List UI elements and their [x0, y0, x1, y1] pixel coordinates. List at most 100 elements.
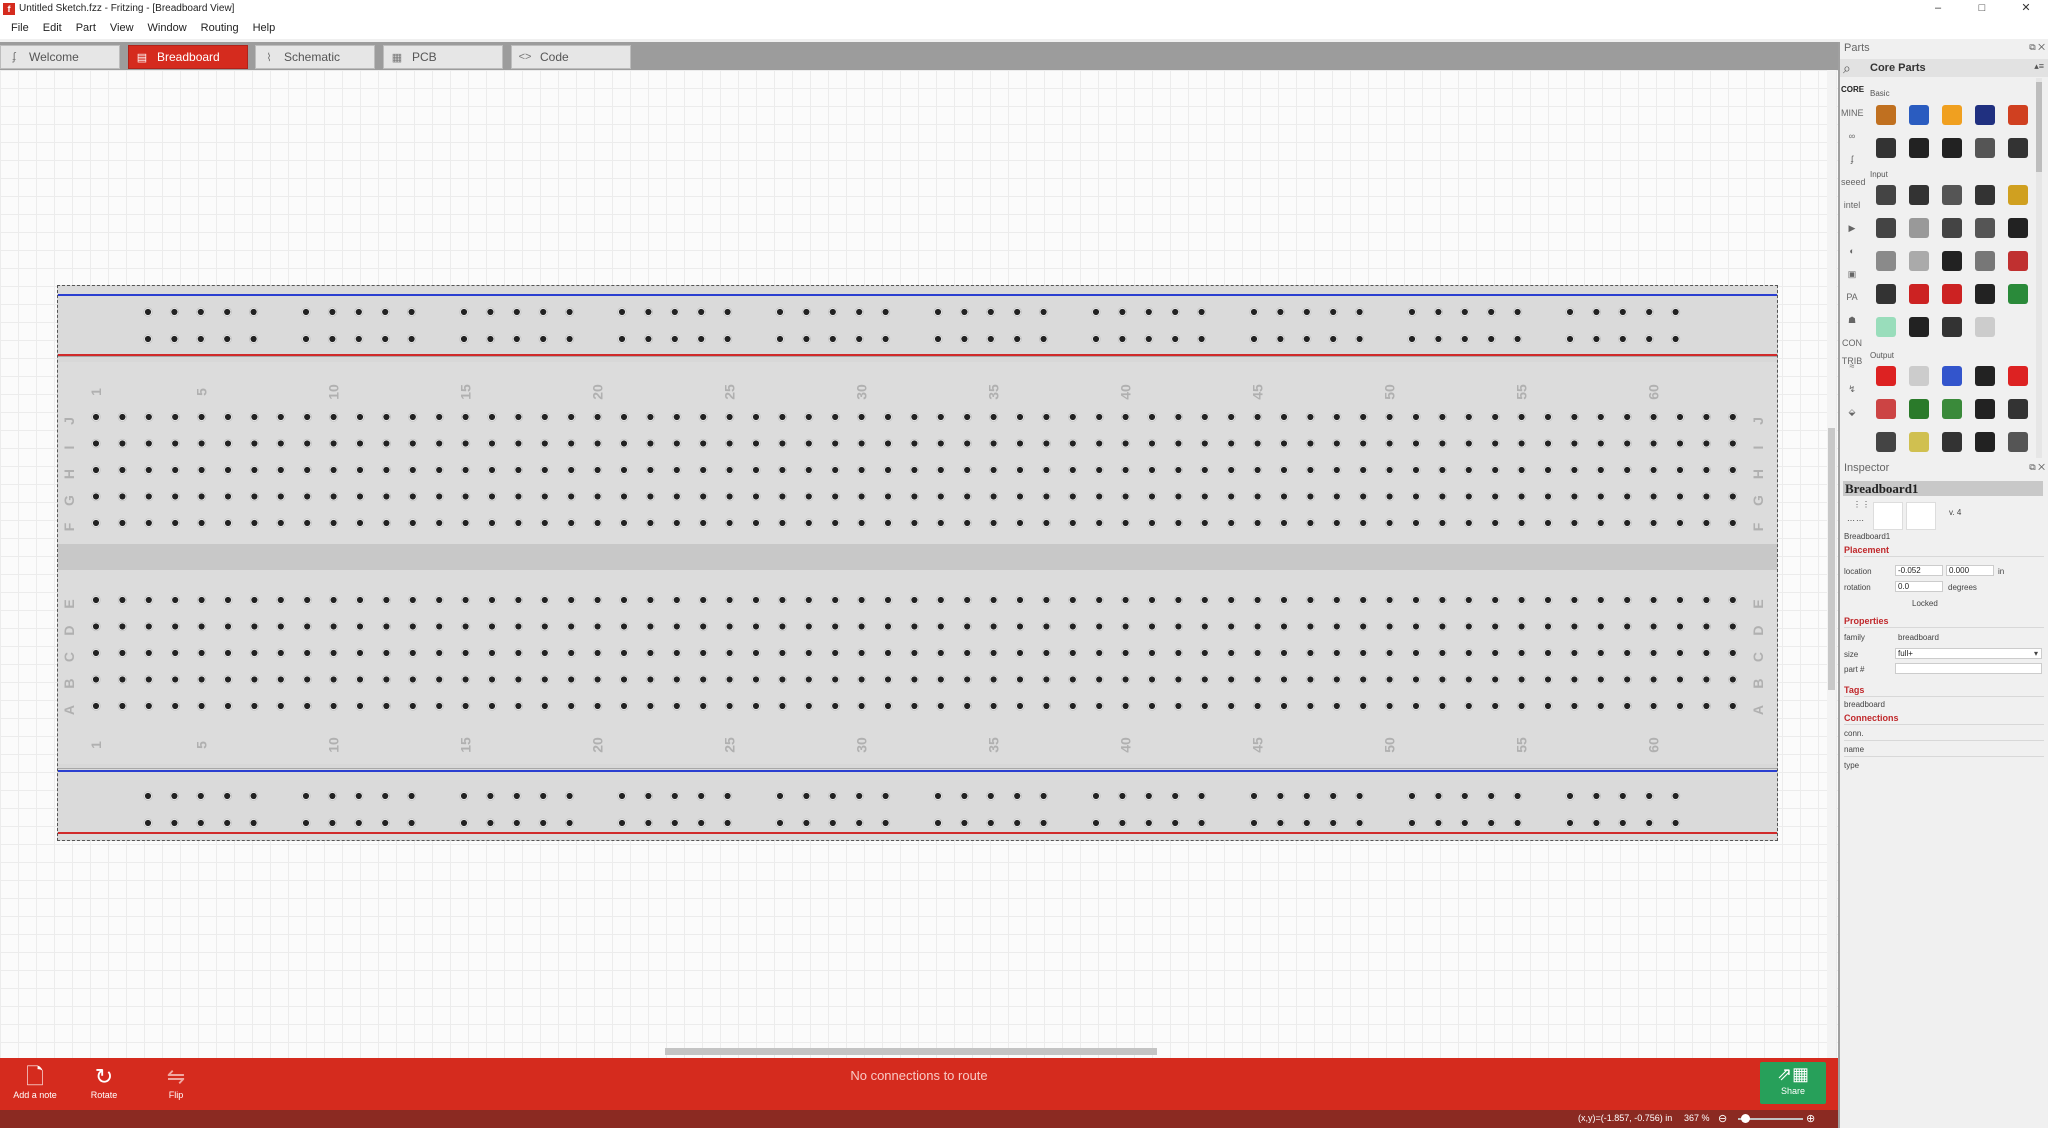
hole-F36[interactable]	[1016, 519, 1024, 527]
hole-F10[interactable]	[330, 519, 337, 527]
hole-I40[interactable]	[1122, 440, 1129, 447]
hole-C50[interactable]	[1386, 649, 1393, 657]
rail-bottom-b-hole[interactable]	[513, 819, 520, 827]
hole-B43[interactable]	[1201, 676, 1208, 683]
location-x-input[interactable]: -0.052	[1895, 565, 1943, 576]
tab-code[interactable]: <> Code	[511, 45, 631, 69]
hole-B24[interactable]	[700, 676, 707, 683]
hole-J45[interactable]	[1254, 413, 1261, 421]
hole-D32[interactable]	[911, 623, 918, 630]
rail-bottom-b-hole[interactable]	[250, 819, 257, 827]
hole-C45[interactable]	[1254, 649, 1261, 657]
rail-bottom-a-hole[interactable]	[1514, 792, 1521, 800]
part-output-11-icon[interactable]	[1869, 426, 1902, 457]
hole-D2[interactable]	[119, 623, 126, 630]
hole-F50[interactable]	[1386, 519, 1393, 527]
dock-float-close-icon[interactable]: ⧉ ✕	[2029, 42, 2045, 53]
rail-bottom-b-hole[interactable]	[1461, 819, 1468, 827]
rail-top-a-hole[interactable]	[776, 308, 784, 316]
hole-H14[interactable]	[436, 466, 443, 474]
hole-A8[interactable]	[277, 702, 284, 710]
hole-I20[interactable]	[594, 440, 601, 447]
hole-A10[interactable]	[330, 702, 337, 710]
hole-B40[interactable]	[1122, 676, 1129, 683]
part-output-15-icon[interactable]	[2001, 426, 2034, 457]
hole-E60[interactable]	[1650, 596, 1657, 604]
menu-routing[interactable]: Routing	[194, 22, 246, 34]
hole-B26[interactable]	[752, 676, 760, 683]
hole-C54[interactable]	[1492, 649, 1499, 657]
hole-I18[interactable]	[541, 440, 548, 447]
hole-B33[interactable]	[937, 676, 944, 683]
hole-G2[interactable]	[119, 493, 126, 500]
hole-D37[interactable]	[1043, 623, 1050, 630]
parts-bin-tab-icon[interactable]: CON TRIB	[1841, 334, 1863, 366]
hole-H47[interactable]	[1307, 466, 1314, 474]
hole-B1[interactable]	[92, 676, 100, 683]
hole-A7[interactable]	[251, 702, 258, 710]
rail-top-a-hole[interactable]	[987, 308, 994, 316]
hole-G17[interactable]	[515, 493, 522, 500]
hole-F59[interactable]	[1624, 519, 1631, 527]
hole-D41[interactable]	[1148, 623, 1156, 630]
hole-C58[interactable]	[1597, 649, 1604, 657]
hole-C57[interactable]	[1571, 649, 1578, 657]
part-input-2-icon[interactable]	[1902, 179, 1935, 210]
hole-B18[interactable]	[541, 676, 548, 683]
hole-J15[interactable]	[462, 413, 469, 421]
rail-bottom-b-hole[interactable]	[1408, 819, 1416, 827]
hole-B27[interactable]	[779, 676, 786, 683]
hole-G8[interactable]	[277, 493, 284, 500]
hole-B52[interactable]	[1439, 676, 1446, 683]
rail-top-b-hole[interactable]	[1646, 335, 1653, 343]
rail-bottom-b-hole[interactable]	[1092, 819, 1100, 827]
hole-C48[interactable]	[1333, 649, 1340, 657]
hole-C63[interactable]	[1729, 649, 1736, 657]
hole-C35[interactable]	[990, 649, 997, 657]
hole-H7[interactable]	[251, 466, 258, 474]
hole-G11[interactable]	[356, 493, 364, 500]
hole-C24[interactable]	[700, 649, 707, 657]
rail-bottom-a-hole[interactable]	[382, 792, 389, 800]
rail-bottom-a-hole[interactable]	[671, 792, 678, 800]
zoom-out-icon[interactable]: ⊖	[1718, 1112, 1727, 1125]
hole-J19[interactable]	[568, 413, 575, 421]
rail-top-b-hole[interactable]	[1356, 335, 1363, 343]
rail-bottom-a-hole[interactable]	[1198, 792, 1205, 800]
rail-bottom-b-hole[interactable]	[934, 819, 942, 827]
hole-E59[interactable]	[1624, 596, 1631, 604]
hole-H63[interactable]	[1729, 466, 1736, 474]
rail-bottom-a-hole[interactable]	[1619, 792, 1626, 800]
part-input-8-icon[interactable]	[1935, 212, 1968, 243]
rail-bottom-a-hole[interactable]	[513, 792, 520, 800]
hole-A5[interactable]	[198, 702, 205, 710]
hole-H41[interactable]	[1148, 466, 1156, 474]
hole-C8[interactable]	[277, 649, 284, 657]
rail-top-b-hole[interactable]	[856, 335, 863, 343]
hole-J39[interactable]	[1096, 413, 1103, 421]
share-button[interactable]: ⇗▦ Share	[1760, 1062, 1826, 1104]
hole-E18[interactable]	[541, 596, 548, 604]
hole-G55[interactable]	[1518, 493, 1525, 500]
hole-H30[interactable]	[858, 466, 865, 474]
rail-top-a-hole[interactable]	[1330, 308, 1337, 316]
rail-bottom-b-hole[interactable]	[698, 819, 705, 827]
hole-E44[interactable]	[1228, 596, 1235, 604]
hole-D23[interactable]	[673, 623, 680, 630]
hole-G33[interactable]	[937, 493, 944, 500]
part-input-5-icon[interactable]	[2001, 179, 2034, 210]
rail-top-a-hole[interactable]	[540, 308, 547, 316]
part-output-12-icon[interactable]	[1902, 426, 1935, 457]
hole-A31[interactable]	[884, 702, 892, 710]
part-input-23-icon[interactable]	[1935, 311, 1968, 342]
rail-bottom-b-hole[interactable]	[882, 819, 889, 827]
hole-H60[interactable]	[1650, 466, 1657, 474]
rail-bottom-a-hole[interactable]	[803, 792, 810, 800]
rail-top-a-hole[interactable]	[961, 308, 968, 316]
hole-J38[interactable]	[1069, 413, 1076, 421]
hole-J10[interactable]	[330, 413, 337, 421]
hole-B14[interactable]	[436, 676, 443, 683]
hole-D13[interactable]	[409, 623, 416, 630]
hole-G42[interactable]	[1175, 493, 1182, 500]
hole-H45[interactable]	[1254, 466, 1261, 474]
